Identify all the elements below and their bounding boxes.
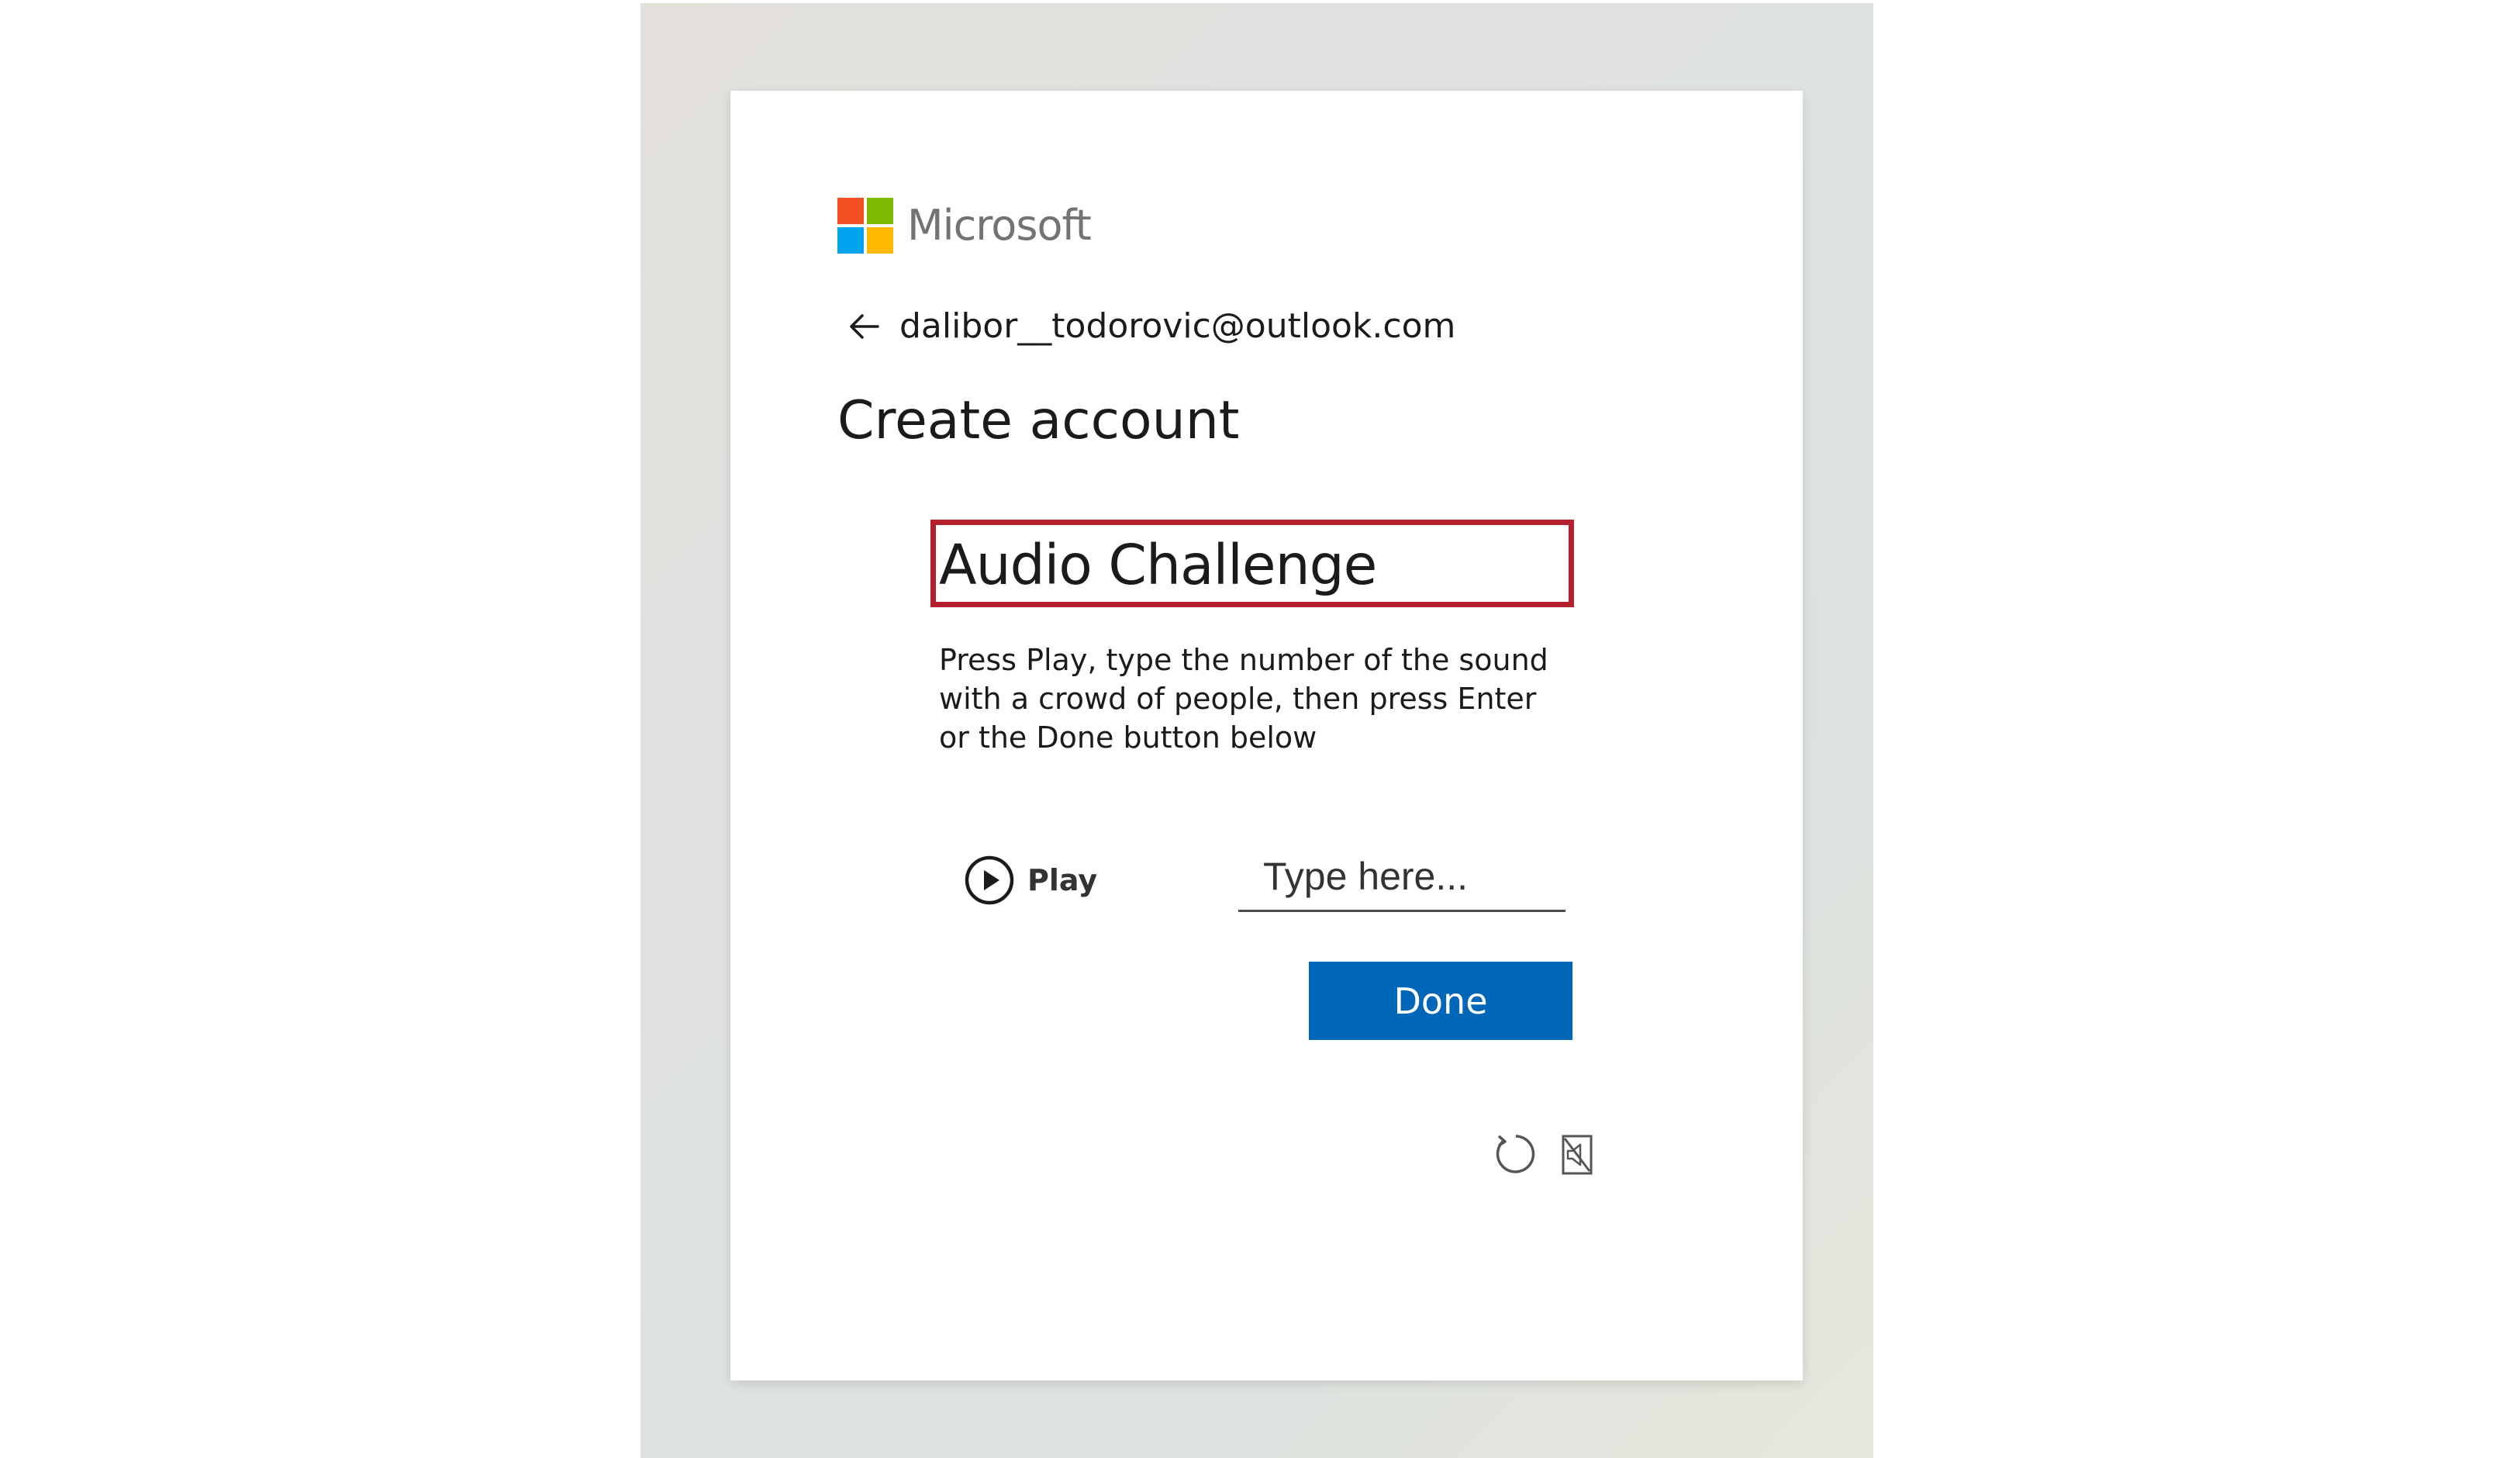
play-label: Play — [1027, 863, 1098, 897]
page-title: Create account — [837, 390, 1240, 451]
logo-square-yellow — [867, 227, 893, 254]
answer-input[interactable] — [1238, 842, 1566, 912]
done-button[interactable]: Done — [1309, 962, 1572, 1040]
audio-off-icon[interactable] — [1560, 1134, 1594, 1176]
challenge-title: Audio Challenge — [939, 533, 1377, 597]
logo-square-blue — [837, 227, 864, 254]
microsoft-logo — [837, 198, 893, 254]
play-button[interactable]: Play — [964, 853, 1097, 907]
account-email: dalibor__todorovic@outlook.com — [899, 306, 1456, 346]
logo-square-green — [867, 198, 893, 224]
logo-square-red — [837, 198, 864, 224]
challenge-instructions: Press Play, type the number of the sound… — [939, 643, 1548, 755]
brand-name: Microsoft — [907, 201, 1092, 250]
refresh-icon[interactable] — [1493, 1130, 1536, 1176]
play-circle-icon — [965, 855, 1014, 905]
back-arrow-icon[interactable] — [847, 307, 881, 346]
